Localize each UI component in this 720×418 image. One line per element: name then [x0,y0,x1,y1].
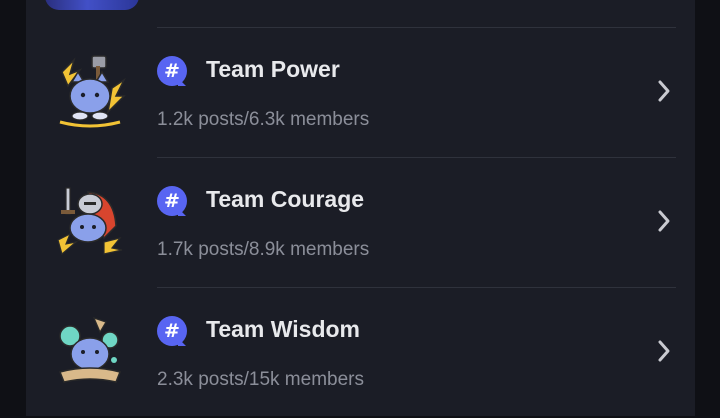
chevron-right-icon[interactable] [656,338,672,364]
list-item-team-courage[interactable]: # Team Courage 1.7k posts/8.9k members [26,158,695,288]
team-courage-mascot-icon [57,187,123,256]
chevron-right-icon[interactable] [656,78,672,104]
community-stats: 1.7k posts/8.9k members [157,239,370,260]
community-name: Team Wisdom [206,316,361,342]
list-item-team-power[interactable]: # Team Power 1.2k posts/6.3k members [26,28,695,158]
community-name: Team Courage [206,186,365,212]
list-item-team-wisdom[interactable]: # Team Wisdom 2.3k posts/15k members [26,288,695,418]
hashtag-icon: # [164,320,180,342]
community-stats: 1.2k posts/6.3k members [157,109,370,130]
team-wisdom-mascot-icon [58,317,122,383]
hashtag-icon: # [164,190,180,212]
channel-badge: # [157,186,187,216]
channel-badge: # [157,56,187,86]
community-stats: 2.3k posts/15k members [157,369,364,390]
previous-item-avatar [45,0,139,10]
team-power-mascot-icon [59,55,126,128]
community-name: Team Power [206,56,340,82]
hashtag-icon: # [164,60,180,82]
chevron-right-icon[interactable] [656,208,672,234]
channel-badge: # [157,316,187,346]
